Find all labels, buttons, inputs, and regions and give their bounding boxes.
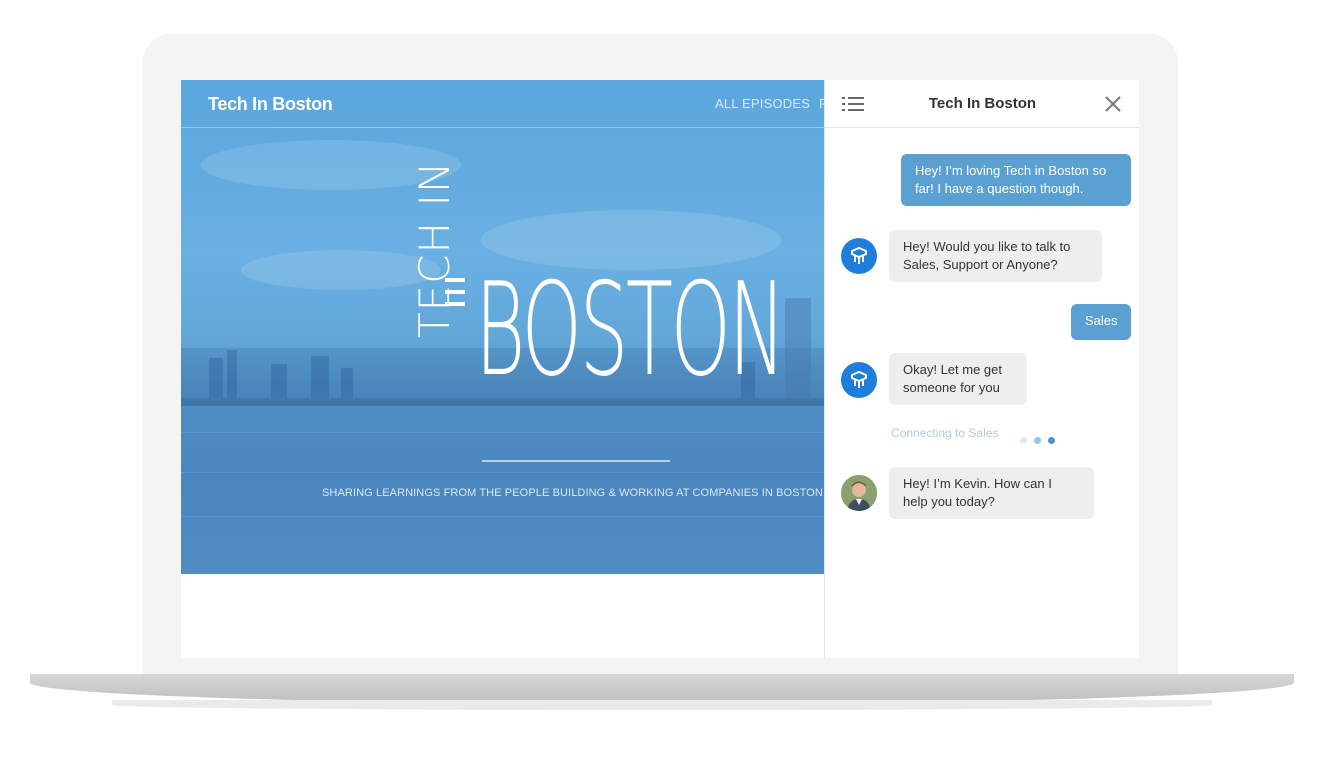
chat-message-user: Hey! I’m loving Tech in Boston so far! I… bbox=[901, 154, 1131, 206]
logo-boston: BOSTON bbox=[475, 256, 786, 405]
skyline-building bbox=[227, 350, 237, 398]
typing-dot bbox=[1034, 437, 1041, 444]
typing-dot bbox=[1020, 437, 1027, 444]
bot-avatar bbox=[841, 362, 877, 398]
skyline-building bbox=[341, 368, 353, 398]
bot-logo-icon bbox=[851, 246, 867, 264]
water-ripple bbox=[181, 516, 824, 517]
close-icon[interactable] bbox=[1105, 96, 1121, 112]
chat-message-user: Sales bbox=[1071, 304, 1131, 340]
typing-dots bbox=[1020, 431, 1062, 449]
website-content-area bbox=[181, 574, 824, 658]
agent-avatar bbox=[841, 475, 877, 511]
typing-dot bbox=[1048, 437, 1055, 444]
laptop-base-shadow bbox=[112, 700, 1212, 710]
site-title[interactable]: Tech In Boston bbox=[208, 94, 333, 115]
logo-bars bbox=[445, 278, 465, 318]
website-hero: Tech In Boston ALL EPISODES P TECH IN BO… bbox=[181, 80, 824, 574]
bot-avatar bbox=[841, 238, 877, 274]
nav-all-episodes[interactable]: ALL EPISODES bbox=[715, 96, 810, 111]
chat-header: Tech In Boston bbox=[825, 80, 1139, 128]
chat-message-bot: Hey! Would you like to talk to Sales, Su… bbox=[889, 230, 1102, 282]
connection-status: Connecting to Sales bbox=[891, 426, 999, 440]
laptop-screen: Tech In Boston ALL EPISODES P TECH IN BO… bbox=[181, 80, 1139, 658]
water-ripple bbox=[181, 432, 824, 433]
chat-message-agent: Hey! I’m Kevin. How can I help you today… bbox=[889, 467, 1094, 519]
skyline-tower bbox=[785, 298, 811, 398]
skyline-building bbox=[209, 358, 223, 398]
chat-message-bot: Okay! Let me get someone for you bbox=[889, 353, 1027, 405]
user-avatar-icon bbox=[841, 475, 877, 511]
hero-tagline: SHARING LEARNINGS FROM THE PEOPLE BUILDI… bbox=[322, 487, 823, 499]
hero-divider bbox=[482, 460, 670, 462]
bot-logo-icon bbox=[851, 370, 867, 388]
skyline-building bbox=[311, 356, 329, 398]
skyline-building bbox=[271, 364, 287, 398]
chat-panel: Tech In Boston Hey! I’m loving Tech in B… bbox=[824, 80, 1139, 658]
nav-divider bbox=[181, 127, 824, 128]
water-ripple bbox=[181, 472, 824, 473]
chat-title: Tech In Boston bbox=[928, 95, 1037, 112]
